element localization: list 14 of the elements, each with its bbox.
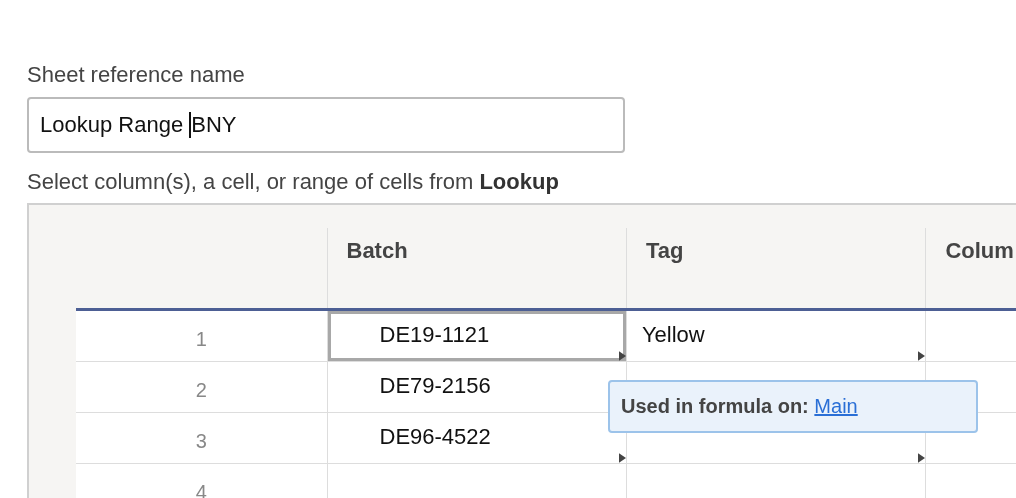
row-number: 4 (195, 480, 207, 498)
sheet-link[interactable]: Main (814, 395, 858, 417)
text-caret (189, 112, 192, 138)
name-field[interactable]: Lookup Range BNY (27, 97, 625, 153)
column-header[interactable]: Batch (346, 238, 408, 263)
column-header[interactable]: Tag (645, 238, 684, 263)
row-number: 2 (195, 378, 207, 402)
helper-text: Select column(s), a cell, or range of cells from Lookup (27, 168, 559, 196)
column-header[interactable]: Colum (945, 238, 1014, 263)
row-number: 1 (195, 327, 207, 351)
row-number: 3 (195, 429, 207, 453)
table-cell[interactable]: Yellow (626, 311, 926, 361)
field-label: Sheet reference name (27, 61, 245, 89)
table-cell[interactable]: DE19-1121 (327, 311, 626, 361)
